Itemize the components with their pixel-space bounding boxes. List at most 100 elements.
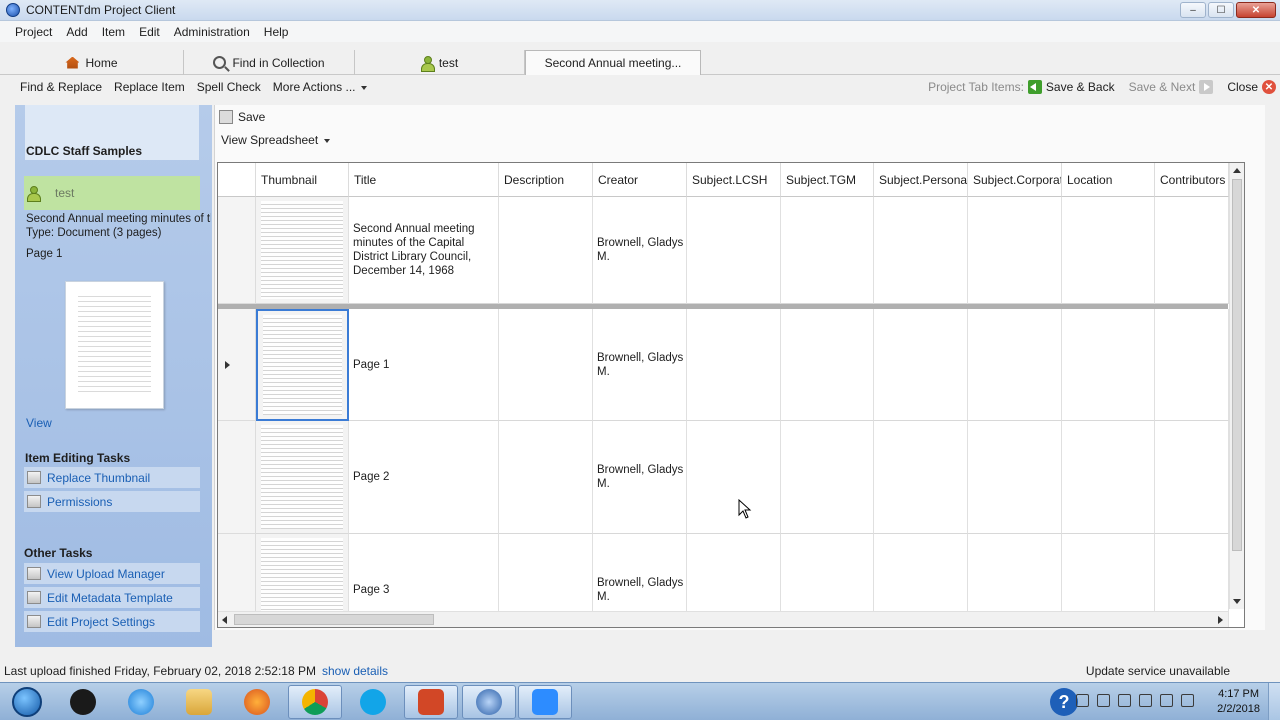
save-button[interactable]: Save xyxy=(219,110,265,124)
scroll-up-icon[interactable] xyxy=(1233,168,1241,173)
subject-tgm-cell[interactable] xyxy=(781,309,874,421)
contributors-cell[interactable] xyxy=(1155,197,1229,304)
taskbar-contentdm-client[interactable] xyxy=(462,685,516,719)
menu-help[interactable]: Help xyxy=(257,25,296,39)
start-button[interactable] xyxy=(0,685,54,719)
column-header-description[interactable]: Description xyxy=(499,163,593,197)
replace-thumbnail-task[interactable]: Replace Thumbnail xyxy=(24,467,200,488)
title-cell[interactable]: Second Annual meeting minutes of the Cap… xyxy=(349,197,499,304)
more-actions-button[interactable]: More Actions ... xyxy=(267,80,374,94)
page-thumbnail[interactable] xyxy=(65,281,164,409)
column-header-subject-corporate[interactable]: Subject.Corporatе xyxy=(968,163,1062,197)
scroll-left-icon[interactable] xyxy=(222,616,227,624)
column-header-title[interactable]: Title xyxy=(349,163,499,197)
description-cell[interactable] xyxy=(499,197,593,304)
dropbox-icon[interactable] xyxy=(1118,694,1131,707)
subject-personal-cell[interactable] xyxy=(874,197,968,304)
thumbnail-cell[interactable] xyxy=(256,309,349,421)
location-cell[interactable] xyxy=(1062,197,1155,304)
taskbar-firefox[interactable] xyxy=(230,685,284,719)
subject-tgm-cell[interactable] xyxy=(781,197,874,304)
row-selector[interactable] xyxy=(218,309,256,421)
help-icon[interactable]: ? xyxy=(1050,688,1078,716)
subject-lcsh-cell[interactable] xyxy=(687,421,781,534)
creator-cell[interactable]: Brownell, Gladys M. xyxy=(593,197,687,304)
location-cell[interactable] xyxy=(1062,421,1155,534)
subject-personal-cell[interactable] xyxy=(874,421,968,534)
subject-lcsh-cell[interactable] xyxy=(687,197,781,304)
menu-item[interactable]: Item xyxy=(95,25,132,39)
view-upload-manager-task[interactable]: View Upload Manager xyxy=(24,563,200,584)
close-button[interactable]: Close xyxy=(1227,80,1258,94)
taskbar-file-explorer[interactable] xyxy=(172,685,226,719)
taskbar-powerpoint[interactable] xyxy=(404,685,458,719)
show-desktop-button[interactable] xyxy=(1268,683,1280,720)
column-header-subject-tgm[interactable]: Subject.TGM xyxy=(781,163,874,197)
subject-personal-cell[interactable] xyxy=(874,309,968,421)
scroll-right-icon[interactable] xyxy=(1218,616,1223,624)
column-header-thumbnail[interactable]: Thumbnail xyxy=(256,163,349,197)
tab-find-in-collection[interactable]: Find in Collection xyxy=(184,50,355,75)
taskbar-skype[interactable] xyxy=(346,685,400,719)
menu-add[interactable]: Add xyxy=(59,25,94,39)
volume-icon[interactable] xyxy=(1181,694,1194,707)
edit-metadata-template-task[interactable]: Edit Metadata Template xyxy=(24,587,200,608)
network-icon[interactable] xyxy=(1160,694,1173,707)
vertical-scroll-thumb[interactable] xyxy=(1232,179,1242,551)
save-back-button[interactable]: Save & Back xyxy=(1046,80,1115,94)
description-cell[interactable] xyxy=(499,309,593,421)
maximize-button[interactable]: ☐ xyxy=(1208,2,1234,18)
minimize-button[interactable]: – xyxy=(1180,2,1206,18)
save-next-button[interactable]: Save & Next xyxy=(1129,80,1196,94)
menu-edit[interactable]: Edit xyxy=(132,25,167,39)
title-cell[interactable]: Page 1 xyxy=(349,309,499,421)
menu-administration[interactable]: Administration xyxy=(167,25,257,39)
contributors-cell[interactable] xyxy=(1155,421,1229,534)
horizontal-scrollbar[interactable] xyxy=(218,611,1228,627)
column-header-subject-lcsh[interactable]: Subject.LCSH xyxy=(687,163,781,197)
column-header-contributors[interactable]: Contributors xyxy=(1155,163,1229,197)
permissions-task[interactable]: Permissions xyxy=(24,491,200,512)
row-selector[interactable] xyxy=(218,421,256,534)
taskbar-chrome[interactable] xyxy=(288,685,342,719)
subject-corporate-cell[interactable] xyxy=(968,421,1062,534)
tray-expand-icon[interactable] xyxy=(1076,694,1089,707)
subject-lcsh-cell[interactable] xyxy=(687,309,781,421)
close-circle-icon[interactable]: ✕ xyxy=(1262,80,1276,94)
subject-corporate-cell[interactable] xyxy=(968,197,1062,304)
horizontal-scroll-thumb[interactable] xyxy=(234,614,434,625)
close-window-button[interactable]: ✕ xyxy=(1236,2,1276,18)
taskbar-clock[interactable]: 4:17 PM 2/2/2018 xyxy=(1217,687,1260,717)
menu-project[interactable]: Project xyxy=(8,25,59,39)
flag-icon[interactable] xyxy=(1097,694,1110,707)
spell-check-button[interactable]: Spell Check xyxy=(191,80,267,94)
subject-tgm-cell[interactable] xyxy=(781,421,874,534)
column-header-subject-personal[interactable]: Subject.Personal_ xyxy=(874,163,968,197)
column-header-location[interactable]: Location xyxy=(1062,163,1155,197)
replace-item-button[interactable]: Replace Item xyxy=(108,80,191,94)
thumbnail-cell[interactable] xyxy=(256,421,349,534)
scroll-down-icon[interactable] xyxy=(1233,599,1241,604)
view-link[interactable]: View xyxy=(26,416,52,430)
creator-cell[interactable]: Brownell, Gladys M. xyxy=(593,309,687,421)
tab-test[interactable]: test xyxy=(355,50,525,75)
project-item-test[interactable]: test xyxy=(24,176,200,210)
find-replace-button[interactable]: Find & Replace xyxy=(14,80,108,94)
view-spreadsheet-dropdown[interactable]: View Spreadsheet xyxy=(221,133,331,147)
taskbar-internet-explorer[interactable] xyxy=(114,685,168,719)
taskbar-hp-app[interactable] xyxy=(56,685,110,719)
tab-home[interactable]: Home xyxy=(0,50,184,75)
show-details-link[interactable]: show details xyxy=(322,664,388,678)
creator-cell[interactable]: Brownell, Gladys M. xyxy=(593,421,687,534)
thumbnail-cell[interactable] xyxy=(256,197,349,304)
description-cell[interactable] xyxy=(499,421,593,534)
usb-icon[interactable] xyxy=(1139,694,1152,707)
column-header-creator[interactable]: Creator xyxy=(593,163,687,197)
contributors-cell[interactable] xyxy=(1155,309,1229,421)
title-cell[interactable]: Page 2 xyxy=(349,421,499,534)
taskbar-zoom[interactable] xyxy=(518,685,572,719)
location-cell[interactable] xyxy=(1062,309,1155,421)
row-selector[interactable] xyxy=(218,197,256,304)
tab-second-annual-meeting[interactable]: Second Annual meeting... xyxy=(525,50,701,75)
vertical-scrollbar[interactable] xyxy=(1229,163,1244,609)
